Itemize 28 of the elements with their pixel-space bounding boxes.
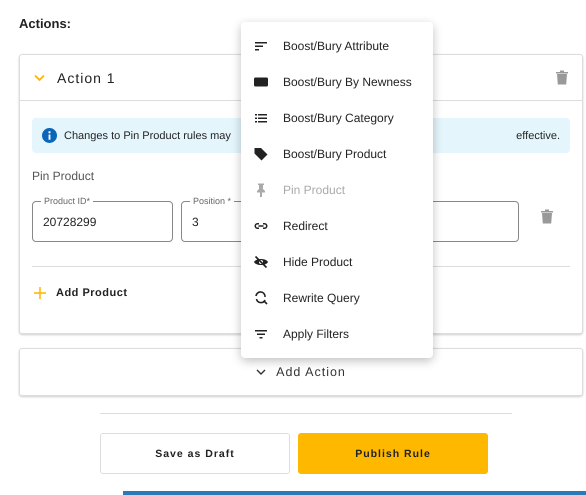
menu-item[interactable]: Boost/Bury By Newness bbox=[241, 64, 433, 100]
field-label: Product ID* bbox=[43, 195, 92, 207]
menu-item[interactable]: Boost/Bury Category bbox=[241, 100, 433, 136]
add-action-button[interactable]: Add Action bbox=[19, 348, 583, 396]
info-icon bbox=[42, 128, 57, 143]
save-draft-button[interactable]: Save as Draft bbox=[100, 433, 290, 474]
plus-icon bbox=[34, 287, 46, 299]
input-field[interactable]: Product ID* 20728299 bbox=[32, 195, 173, 242]
menu-item[interactable]: Boost/Bury Attribute bbox=[241, 28, 433, 64]
section-title: Actions: bbox=[19, 16, 72, 33]
tag-icon bbox=[253, 146, 269, 162]
menu-item[interactable]: Rewrite Query bbox=[241, 280, 433, 316]
refresh-search-icon bbox=[253, 290, 269, 306]
trash-icon[interactable] bbox=[556, 70, 568, 85]
chevron-down-icon bbox=[256, 369, 266, 375]
group-label: Pin Product bbox=[32, 169, 96, 183]
info-text: effective. bbox=[516, 130, 560, 142]
trash-icon[interactable] bbox=[541, 208, 553, 224]
eye-off-icon bbox=[253, 254, 269, 270]
action-title: Action 1 bbox=[57, 70, 116, 86]
info-text: Changes to Pin Product rules may bbox=[64, 130, 231, 142]
menu-item[interactable]: Redirect bbox=[241, 208, 433, 244]
add-product-button[interactable]: Add Product bbox=[32, 287, 128, 299]
menu-item[interactable]: Boost/Bury Product bbox=[241, 136, 433, 172]
menu-item[interactable]: Hide Product bbox=[241, 244, 433, 280]
field-label: Position * bbox=[192, 195, 232, 207]
publish-button[interactable]: Publish Rule bbox=[298, 433, 488, 474]
chevron-icon[interactable] bbox=[34, 74, 45, 82]
